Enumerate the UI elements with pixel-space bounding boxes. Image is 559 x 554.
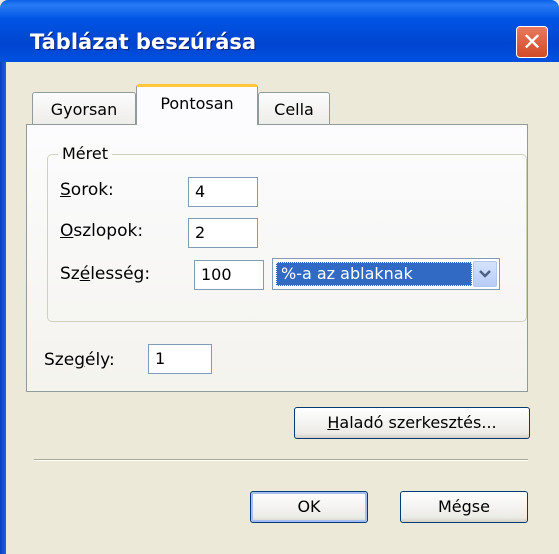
border-label: Szegély:	[44, 350, 115, 370]
tab-precise[interactable]: Pontosan	[136, 84, 258, 125]
width-unit-selected: %-a az ablaknak	[276, 262, 472, 286]
rows-input[interactable]: 4	[188, 177, 258, 207]
window-frame-left	[0, 62, 6, 554]
insert-table-dialog: Táblázat beszúrása ✕ Gyorsan Pontosan Ce…	[0, 0, 559, 554]
border-input[interactable]: 1	[148, 344, 212, 374]
tab-precise-label: Pontosan	[160, 94, 234, 113]
advanced-edit-button[interactable]: Haladó szerkesztés...	[294, 407, 530, 439]
width-label: Szélesség:	[60, 264, 151, 284]
dialog-title: Táblázat beszúrása	[30, 30, 257, 54]
tab-quick-label: Gyorsan	[50, 100, 118, 119]
columns-input[interactable]: 2	[188, 218, 258, 248]
width-unit-select[interactable]: %-a az ablaknak	[272, 258, 500, 290]
width-input[interactable]: 100	[194, 260, 264, 290]
dropdown-button[interactable]	[473, 261, 497, 287]
close-button[interactable]: ✕	[516, 26, 548, 58]
tab-cell[interactable]: Cella	[258, 92, 330, 128]
separator	[34, 459, 528, 461]
ok-button[interactable]: OK	[250, 491, 368, 523]
close-icon: ✕	[521, 28, 543, 56]
columns-label: Oszlopok:	[60, 221, 144, 241]
tab-quick[interactable]: Gyorsan	[32, 92, 136, 128]
rows-label: Sorok:	[60, 180, 114, 200]
title-bar[interactable]: Táblázat beszúrása ✕	[0, 0, 559, 62]
chevron-down-icon	[479, 270, 491, 278]
size-group-legend: Méret	[58, 144, 112, 163]
tab-cell-label: Cella	[274, 100, 314, 119]
cancel-button[interactable]: Mégse	[400, 491, 528, 523]
